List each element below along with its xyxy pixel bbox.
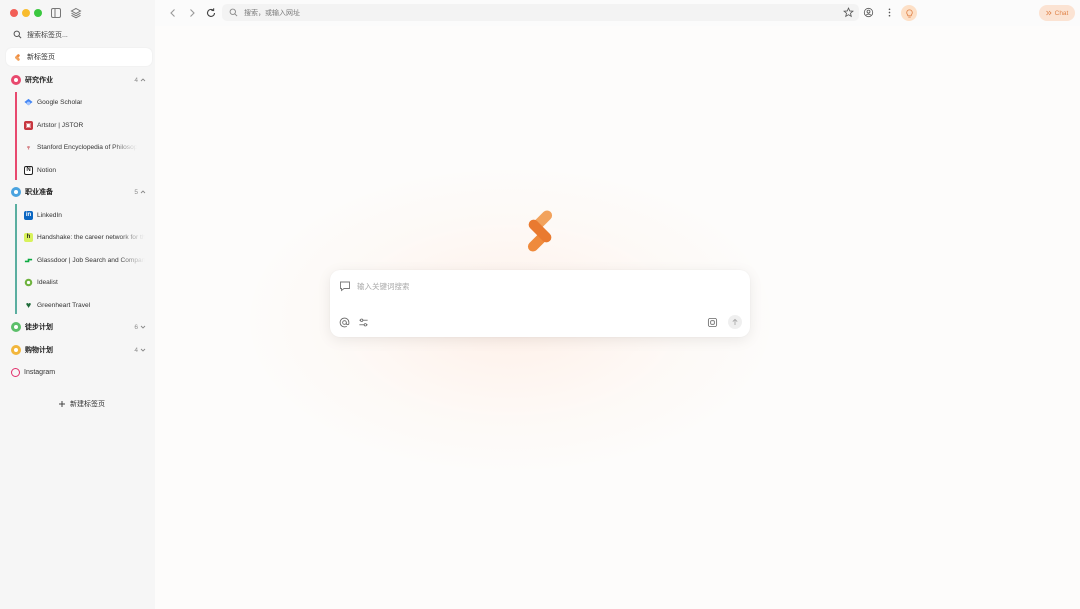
chevron-down-icon[interactable]: [140, 324, 146, 330]
more-menu-icon[interactable]: [884, 7, 895, 18]
new-tab-page: [155, 26, 1080, 609]
linkedin-icon: in: [24, 210, 33, 220]
group-label: 购物计划: [25, 347, 53, 354]
group-hiking-icon: [11, 322, 21, 332]
screenshot-icon[interactable]: [707, 317, 718, 328]
tab-greenheart[interactable]: ♥ Greenheart Travel: [20, 296, 150, 314]
idealist-icon: [24, 278, 33, 287]
tab-search-label: 搜索标签页...: [27, 31, 68, 39]
group-label: 徒步计划: [25, 324, 53, 331]
tab-google-scholar[interactable]: Google Scholar: [20, 93, 150, 111]
group-label: 职业准备: [25, 189, 53, 196]
message-icon: [340, 281, 350, 292]
window-controls: [10, 9, 42, 17]
mention-icon[interactable]: [339, 317, 350, 328]
address-bar-placeholder: 搜索，或输入网址: [244, 9, 300, 17]
address-bar[interactable]: 搜索，或输入网址: [222, 4, 859, 21]
tab-glassdoor[interactable]: Glassdoor | Job Search and Company Revie…: [20, 251, 150, 269]
group-label: 研究作业: [25, 77, 53, 84]
search-input[interactable]: [357, 279, 717, 293]
tab-group-shopping[interactable]: 购物计划 4: [6, 341, 152, 359]
group-count: 6: [134, 324, 146, 331]
sidebar-toggle-icon[interactable]: [50, 7, 62, 19]
send-button[interactable]: [728, 315, 742, 329]
tab-group-research[interactable]: 研究作业 4: [6, 71, 152, 89]
app-logo-icon: [15, 53, 20, 61]
google-scholar-icon: [24, 98, 33, 107]
app-logo-icon: [527, 210, 553, 252]
tab-idealist[interactable]: Idealist: [20, 273, 150, 291]
stanford-tree-icon: ♆: [25, 142, 32, 152]
glassdoor-icon: [24, 256, 33, 265]
tab-handshake[interactable]: h Handshake: the career network for the …: [20, 228, 150, 246]
new-tab-item[interactable]: 新标签页: [6, 48, 152, 66]
chevron-down-icon[interactable]: [140, 347, 146, 353]
artstor-icon: ▣: [24, 120, 33, 130]
group-research-icon: [11, 75, 21, 85]
group-count: 5: [134, 189, 146, 196]
tab-search[interactable]: 搜索标签页...: [7, 26, 151, 43]
search-box: [330, 270, 750, 337]
tab-notion[interactable]: N Notion: [20, 161, 150, 179]
minimize-window-button[interactable]: [22, 9, 30, 17]
bookmark-star-icon[interactable]: [843, 7, 854, 18]
group-count: 4: [134, 347, 146, 354]
new-tab-label: 新标签页: [27, 54, 55, 61]
group-career-icon: [11, 187, 21, 197]
heart-icon: ♥: [25, 300, 32, 310]
collapse-arrows-icon: [1045, 10, 1052, 16]
toolbar: 搜索，或输入网址 Chat: [155, 0, 1080, 26]
tab-artstor[interactable]: ▣ Artstor | JSTOR: [20, 116, 150, 134]
chat-button[interactable]: Chat: [1039, 5, 1075, 21]
group-line: [15, 92, 17, 180]
close-window-button[interactable]: [10, 9, 18, 17]
maximize-window-button[interactable]: [34, 9, 42, 17]
tips-button[interactable]: [901, 5, 917, 21]
tab-group-hiking[interactable]: 徒步计划 6: [6, 318, 152, 336]
arrow-up-icon: [732, 318, 738, 325]
notion-icon: N: [24, 165, 33, 175]
reload-icon[interactable]: [205, 7, 217, 19]
handshake-icon: h: [24, 232, 33, 242]
settings-sliders-icon[interactable]: [358, 317, 369, 328]
layers-icon[interactable]: [70, 7, 82, 19]
sidebar: 搜索标签页... 新标签页 研究作业 4 Google Scholar ▣ Ar…: [0, 0, 155, 609]
group-shopping-icon: [11, 345, 21, 355]
back-icon[interactable]: [167, 7, 179, 19]
forward-icon[interactable]: [186, 7, 198, 19]
add-new-tab-button[interactable]: 新建标签页: [58, 399, 105, 409]
chevron-up-icon[interactable]: [140, 77, 146, 83]
lightbulb-icon: [905, 8, 913, 18]
tab-instagram[interactable]: Instagram: [6, 363, 152, 381]
chevron-up-icon[interactable]: [140, 189, 146, 195]
instagram-icon: [11, 367, 20, 377]
plus-icon: [59, 401, 65, 407]
tab-stanford-encyclopedia[interactable]: ♆ Stanford Encyclopedia of Philosophy: [20, 138, 150, 156]
search-icon: [229, 8, 238, 17]
search-icon: [13, 30, 22, 39]
account-icon[interactable]: [863, 7, 874, 18]
group-line: [15, 204, 17, 314]
group-count: 4: [134, 77, 146, 84]
tab-linkedin[interactable]: in LinkedIn: [20, 206, 150, 224]
tab-group-career[interactable]: 职业准备 5: [6, 183, 152, 201]
chat-button-label: Chat: [1054, 9, 1069, 17]
